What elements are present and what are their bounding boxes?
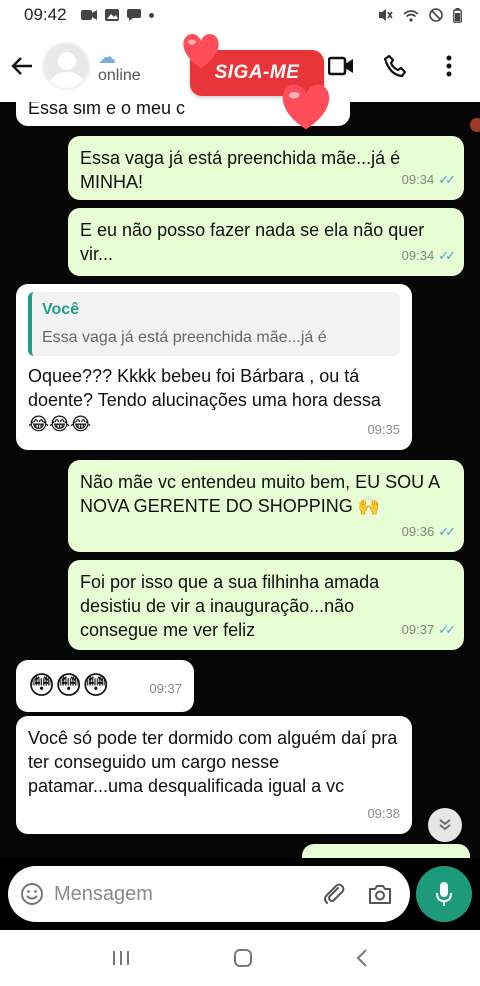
message-time: 09:35 [367,422,400,437]
video-notification-icon [80,10,97,20]
microphone-icon [436,882,452,906]
back-button[interactable] [2,46,42,86]
read-receipt-icon: ✓✓ [438,524,456,539]
emoji-icon[interactable] [20,882,44,906]
home-icon[interactable] [233,948,253,968]
quote-text: Essa vaga já está preenchida mãe...já é [42,329,327,346]
message-text: Você só pode ter dormido com alguém daí … [28,728,398,796]
voice-call-button[interactable] [382,53,408,79]
presence-status: online [98,67,141,84]
battery-icon [453,7,462,23]
quoted-message[interactable]: Você Essa vaga já está preenchida mãe...… [28,292,400,356]
message-text: Não mãe vc entendeu muito bem, EU SOU A … [80,472,440,516]
scroll-to-bottom-button[interactable] [428,808,462,842]
attach-icon[interactable] [322,882,346,906]
message-outgoing[interactable] [302,844,470,858]
more-notifications-dot [148,12,154,18]
avatar[interactable] [42,42,90,90]
message-time: 09:34 [401,172,435,187]
message-incoming[interactable]: Você só pode ter dormido com alguém daí … [16,716,412,834]
unread-indicator-dot [470,118,480,132]
video-call-icon [328,56,353,76]
read-receipt-icon: ✓✓ [438,172,456,187]
message-composer: Mensagem [0,858,480,930]
message-text: Essa sim e o meu c [28,102,186,118]
contact-name-emoji: ☁ [98,47,116,67]
message-text: E eu não posso fazer nada se ela não que… [80,220,425,264]
message-text: 😳😳😳 [28,670,110,700]
system-navigation-bar [0,930,480,986]
mute-icon [379,9,393,21]
double-chevron-down-icon [439,819,451,831]
recent-apps-icon[interactable] [111,949,131,967]
chat-area[interactable]: Essa sim e o meu c Essa vaga já está pre… [0,102,480,858]
message-outgoing[interactable]: Foi por isso que a sua filhinha amada de… [68,560,464,650]
message-time: 09:38 [367,806,400,821]
do-not-disturb-icon [429,8,443,22]
read-receipt-icon: ✓✓ [438,622,456,637]
heart-icon [183,34,219,68]
message-time: 09:34 [401,248,435,263]
message-incoming[interactable]: 😳😳😳 09:37 [16,660,194,712]
voice-call-icon [384,55,406,77]
video-call-button[interactable] [328,53,354,79]
read-receipt-icon: ✓✓ [438,248,456,263]
chat-notification-icon [126,9,141,21]
camera-icon[interactable] [368,883,392,905]
status-bar: 09:42 [0,0,480,30]
message-time: 09:37 [149,681,182,696]
message-outgoing[interactable]: Não mãe vc entendeu muito bem, EU SOU A … [68,460,464,552]
message-input[interactable]: Mensagem [8,866,410,922]
message-text: Foi por isso que a sua filhinha amada de… [80,572,380,640]
message-outgoing[interactable]: Essa vaga já está preenchida mãe...já é … [68,136,464,200]
heart-icon [282,84,330,130]
message-time: 09:37 [401,622,435,637]
wifi-icon [403,9,419,22]
contact-info[interactable]: ☁ online [98,47,141,85]
arrow-left-icon [11,57,32,75]
voice-message-button[interactable] [416,866,472,922]
message-incoming[interactable]: Você Essa vaga já está preenchida mãe...… [16,284,412,450]
message-input-placeholder: Mensagem [54,882,153,905]
quote-author: Você [42,301,80,318]
more-options-button[interactable] [436,53,462,79]
status-time: 09:42 [24,5,67,24]
message-text: Essa vaga já está preenchida mãe...já é … [80,148,401,192]
more-options-icon [446,55,452,77]
gallery-notification-icon [104,9,119,21]
message-text: Oquee??? Kkkk bebeu foi Bárbara , ou tá … [28,366,381,434]
message-outgoing[interactable]: E eu não posso fazer nada se ela não que… [68,208,464,276]
message-time: 09:36 [401,524,435,539]
back-nav-icon[interactable] [355,948,369,968]
